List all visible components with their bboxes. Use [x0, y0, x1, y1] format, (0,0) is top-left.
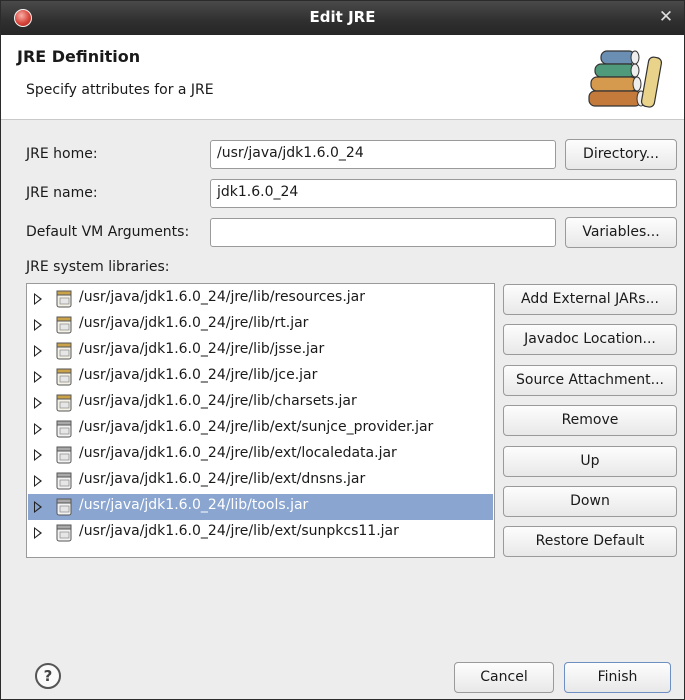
- library-path: /usr/java/jdk1.6.0_24/lib/tools.jar: [79, 497, 309, 513]
- variables-button[interactable]: Variables...: [565, 217, 677, 248]
- expand-triangle-icon[interactable]: [34, 501, 42, 513]
- expand-triangle-icon[interactable]: [34, 345, 42, 357]
- help-icon[interactable]: ?: [35, 663, 61, 689]
- jre-home-label: JRE home:: [26, 146, 98, 162]
- add-external-jars-button[interactable]: Add External JARs...: [503, 284, 677, 315]
- library-row[interactable]: /usr/java/jdk1.6.0_24/jre/lib/resources.…: [28, 286, 493, 312]
- library-path: /usr/java/jdk1.6.0_24/jre/lib/ext/locale…: [79, 445, 397, 461]
- library-path: /usr/java/jdk1.6.0_24/jre/lib/charsets.j…: [79, 393, 357, 409]
- library-row[interactable]: /usr/java/jdk1.6.0_24/jre/lib/ext/sunjce…: [28, 416, 493, 442]
- jar-file-icon: [56, 368, 72, 386]
- jre-name-field[interactable]: jdk1.6.0_24: [210, 179, 677, 208]
- library-path: /usr/java/jdk1.6.0_24/jre/lib/rt.jar: [79, 315, 309, 331]
- library-row[interactable]: /usr/java/jdk1.6.0_24/jre/lib/jce.jar: [28, 364, 493, 390]
- expand-triangle-icon[interactable]: [34, 475, 42, 487]
- expand-triangle-icon[interactable]: [34, 397, 42, 409]
- library-path: /usr/java/jdk1.6.0_24/jre/lib/ext/dnsns.…: [79, 471, 366, 487]
- javadoc-location-button[interactable]: Javadoc Location...: [503, 324, 677, 355]
- jar-file-icon: [56, 472, 72, 490]
- page-description: Specify attributes for a JRE: [26, 82, 214, 98]
- vm-arguments-field[interactable]: [210, 218, 556, 247]
- expand-triangle-icon[interactable]: [34, 423, 42, 435]
- jar-file-icon: [56, 394, 72, 412]
- jar-file-icon: [56, 524, 72, 542]
- remove-button[interactable]: Remove: [503, 405, 677, 436]
- library-books-icon: [588, 50, 663, 108]
- library-row-selected[interactable]: /usr/java/jdk1.6.0_24/lib/tools.jar: [28, 494, 493, 520]
- restore-default-button[interactable]: Restore Default: [503, 526, 677, 557]
- down-button[interactable]: Down: [503, 486, 677, 517]
- jre-libraries-label: JRE system libraries:: [26, 259, 170, 275]
- vm-arguments-label: Default VM Arguments:: [26, 224, 190, 240]
- library-row[interactable]: /usr/java/jdk1.6.0_24/jre/lib/charsets.j…: [28, 390, 493, 416]
- directory-button[interactable]: Directory...: [565, 139, 677, 170]
- jar-file-icon: [56, 420, 72, 438]
- close-icon[interactable]: ✕: [656, 7, 676, 27]
- cancel-button[interactable]: Cancel: [454, 662, 554, 693]
- window-title: Edit JRE: [309, 8, 376, 26]
- library-path: /usr/java/jdk1.6.0_24/jre/lib/jce.jar: [79, 367, 318, 383]
- library-row[interactable]: /usr/java/jdk1.6.0_24/jre/lib/jsse.jar: [28, 338, 493, 364]
- jar-file-icon: [56, 498, 72, 516]
- library-path: /usr/java/jdk1.6.0_24/jre/lib/jsse.jar: [79, 341, 325, 357]
- jar-file-icon: [56, 316, 72, 334]
- expand-triangle-icon[interactable]: [34, 527, 42, 539]
- finish-button[interactable]: Finish: [564, 662, 671, 693]
- title-bar[interactable]: Edit JRE ✕: [1, 1, 684, 35]
- source-attachment-button[interactable]: Source Attachment...: [503, 365, 677, 396]
- jar-file-icon: [56, 342, 72, 360]
- jar-file-icon: [56, 446, 72, 464]
- page-heading: JRE Definition: [17, 47, 141, 66]
- library-row[interactable]: /usr/java/jdk1.6.0_24/jre/lib/ext/sunpkc…: [28, 520, 493, 546]
- jre-name-label: JRE name:: [26, 185, 98, 201]
- header-banner: JRE Definition Specify attributes for a …: [1, 35, 684, 120]
- up-button[interactable]: Up: [503, 446, 677, 477]
- edit-jre-dialog: Edit JRE ✕ JRE Definition Specify attrib…: [0, 0, 685, 700]
- jre-home-field[interactable]: /usr/java/jdk1.6.0_24: [210, 140, 556, 169]
- library-path: /usr/java/jdk1.6.0_24/jre/lib/ext/sunpkc…: [79, 523, 399, 539]
- jar-file-icon: [56, 290, 72, 308]
- library-path: /usr/java/jdk1.6.0_24/jre/lib/ext/sunjce…: [79, 419, 434, 435]
- expand-triangle-icon[interactable]: [34, 293, 42, 305]
- library-path: /usr/java/jdk1.6.0_24/jre/lib/resources.…: [79, 289, 366, 305]
- expand-triangle-icon[interactable]: [34, 319, 42, 331]
- expand-triangle-icon[interactable]: [34, 449, 42, 461]
- library-row[interactable]: /usr/java/jdk1.6.0_24/jre/lib/ext/locale…: [28, 442, 493, 468]
- library-row[interactable]: /usr/java/jdk1.6.0_24/jre/lib/rt.jar: [28, 312, 493, 338]
- library-row[interactable]: /usr/java/jdk1.6.0_24/jre/lib/ext/dnsns.…: [28, 468, 493, 494]
- expand-triangle-icon[interactable]: [34, 371, 42, 383]
- jre-libraries-list[interactable]: /usr/java/jdk1.6.0_24/jre/lib/resources.…: [26, 283, 495, 558]
